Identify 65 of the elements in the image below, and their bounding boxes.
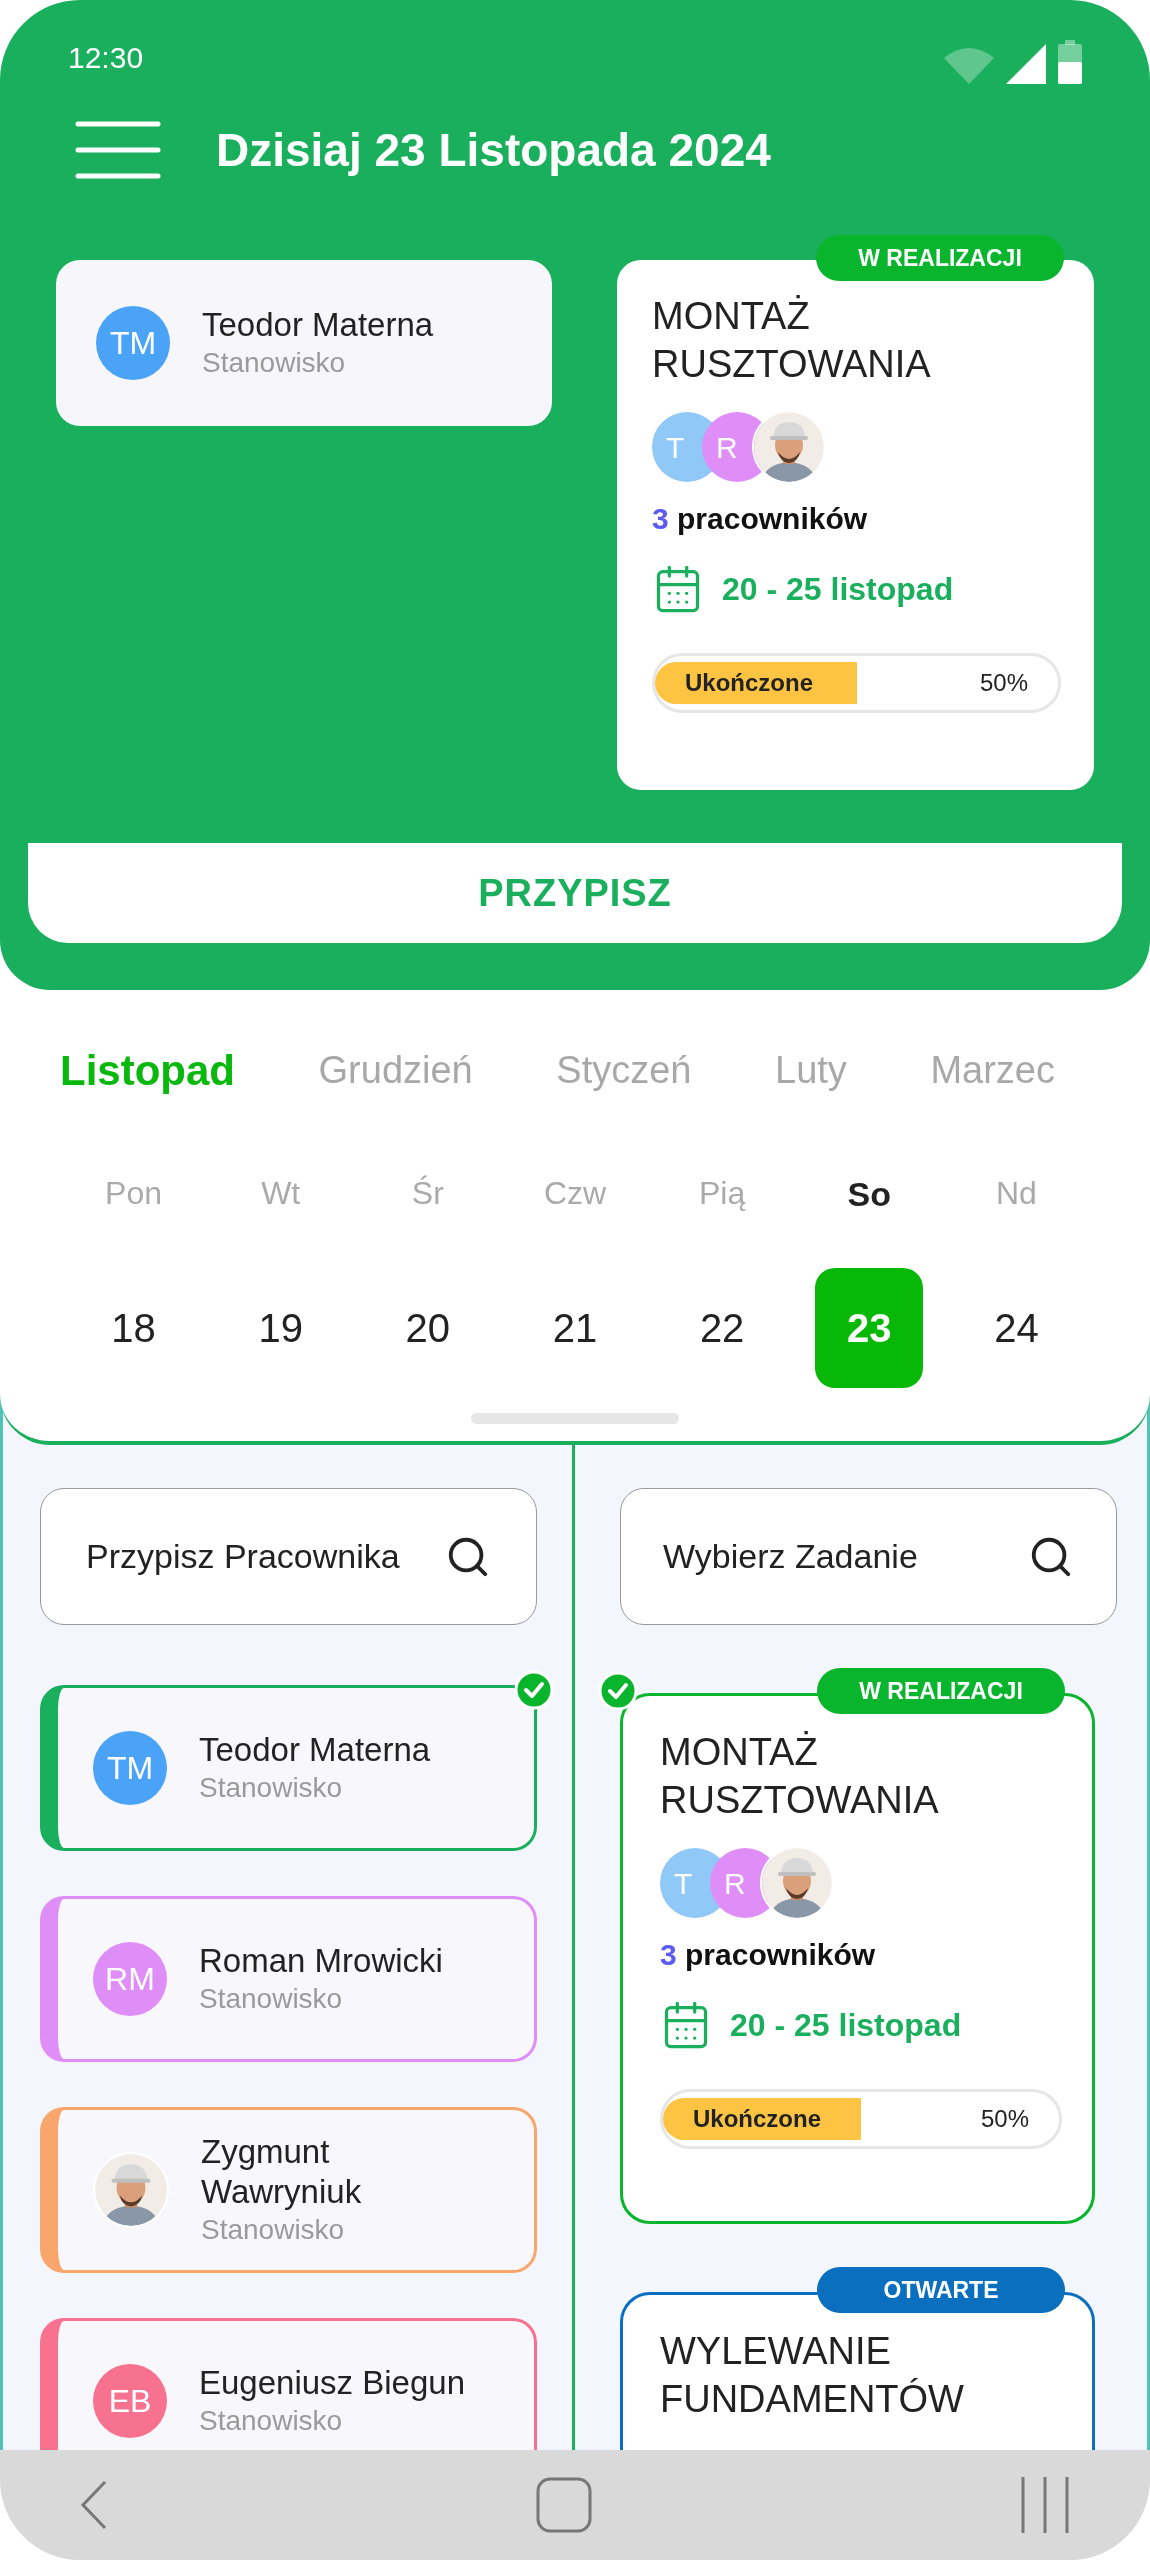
search-placeholder: Przypisz Pracownika — [86, 1536, 400, 1577]
task-title: MONTAŻ RUSZTOWANIA — [652, 294, 932, 387]
worker-position: Stanowisko — [201, 2213, 346, 2247]
worker-card[interactable]: RM Roman Mrowicki Stanowisko — [40, 1896, 537, 2062]
worker-search-field[interactable]: Przypisz Pracownika — [40, 1488, 537, 1625]
weekday-label: Pon — [105, 1174, 163, 1213]
avatar-initials: T — [674, 1865, 693, 1902]
progress-label: Ukończone — [685, 668, 813, 698]
page-title: Dzisiaj 23 Listopada 2024 — [216, 122, 771, 178]
avatar-initials: R — [724, 1865, 746, 1902]
weekday-label: Nd — [995, 1174, 1037, 1213]
avatar-initials: T — [666, 429, 685, 466]
weekday-label: Czw — [543, 1174, 607, 1213]
worker-position: Stanowisko — [199, 2404, 344, 2438]
worker-card[interactable]: EB Eugeniusz Biegun Stanowisko — [40, 2318, 537, 2450]
progress-reading: 50% — [979, 668, 1028, 698]
task-title: MONTAŻ RUSZTOWANIA — [660, 1730, 940, 1823]
day-button[interactable]: 19 — [226, 1268, 335, 1388]
check-icon — [598, 1671, 638, 1711]
wifi-icon — [944, 46, 994, 84]
task-title: WYLEWANIE FUNDAMENTÓW — [660, 2329, 965, 2422]
signal-icon — [1006, 44, 1046, 84]
avatar-initials: TM — [109, 324, 157, 363]
worker-name: Teodor Materna — [202, 305, 434, 345]
worker-card[interactable]: Zygmunt Wawryniuk Stanowisko — [40, 2107, 537, 2273]
task-search-field[interactable]: Wybierz Zadanie — [620, 1488, 1117, 1625]
battery-icon — [1058, 40, 1082, 84]
day-button[interactable]: 20 — [373, 1268, 482, 1388]
weekday-label: Wt — [261, 1174, 301, 1213]
weekday-label: So — [847, 1174, 891, 1215]
worker-position: Stanowisko — [199, 1982, 344, 2016]
menu-icon[interactable] — [75, 121, 161, 179]
status-badge: W REALIZACJI — [816, 235, 1064, 281]
avatar-initials: TM — [106, 1749, 154, 1788]
worker-count: 3 pracowników — [652, 501, 869, 537]
status-badge: W REALIZACJI — [817, 1668, 1065, 1714]
worker-position: Stanowisko — [202, 346, 347, 380]
weekday-label: Śr — [411, 1174, 444, 1213]
home-icon[interactable] — [536, 2477, 592, 2533]
day-button[interactable]: 21 — [521, 1268, 629, 1388]
worker-position: Stanowisko — [199, 1771, 344, 1805]
status-badge: OTWARTE — [817, 2267, 1065, 2313]
avatar-initials: R — [716, 429, 738, 466]
worker-name: Eugeniusz Biegun — [199, 2363, 466, 2403]
date-range: 20 - 25 listopad — [722, 570, 954, 609]
date-range: 20 - 25 listopad — [730, 2006, 962, 2045]
worker-name: Teodor Materna — [199, 1730, 431, 1770]
avatar-initials: EB — [108, 2382, 152, 2421]
day-button[interactable]: 22 — [668, 1268, 777, 1388]
day-button[interactable]: 24 — [962, 1268, 1071, 1388]
back-icon[interactable] — [80, 2480, 108, 2530]
worker-count: 3 pracowników — [660, 1937, 877, 1973]
drag-handle[interactable] — [471, 1413, 679, 1424]
progress-reading: 50% — [980, 2104, 1029, 2134]
progress-label: Ukończone — [693, 2104, 821, 2134]
check-icon — [514, 1670, 554, 1710]
avatar-initials: RM — [105, 1960, 155, 1999]
worker-name: Zygmunt Wawryniuk — [201, 2132, 363, 2212]
weekday-label: Pią — [699, 1174, 746, 1213]
day-button[interactable]: 18 — [79, 1268, 188, 1388]
search-placeholder: Wybierz Zadanie — [663, 1536, 918, 1577]
recents-icon[interactable] — [1020, 2477, 1070, 2533]
status-time: 12:30 — [68, 40, 144, 76]
worker-card[interactable]: TM Teodor Materna Stanowisko — [40, 1685, 537, 1851]
worker-name: Roman Mrowicki — [199, 1941, 443, 1981]
